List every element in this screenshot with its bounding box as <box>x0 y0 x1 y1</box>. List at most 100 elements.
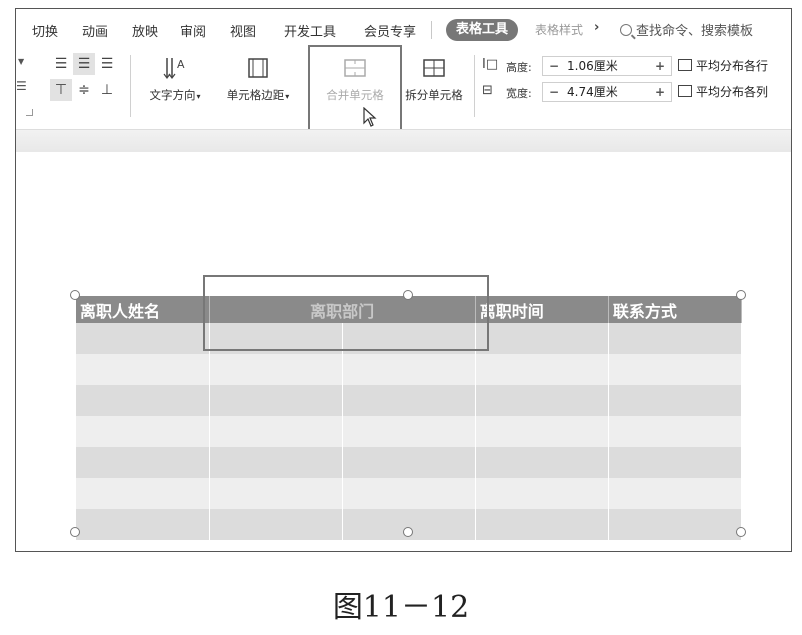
table-cell[interactable] <box>342 354 476 385</box>
app-window: 切换 动画 放映 审阅 视图 开发工具 会员专享 表格工具 表格样式 › 查找命… <box>15 8 792 552</box>
ribbon-toolbar: ▼ ☰ ☰ ☰ ☰ ⊤ ≑ ⊥ A 文字方向▾ 单元格边距▾ 合并单元格 拆分单… <box>16 45 791 133</box>
table-cell[interactable] <box>608 509 743 540</box>
tab-table-tools[interactable]: 表格工具 <box>446 19 519 41</box>
height-label: 高度: <box>506 61 532 74</box>
merge-highlight-box <box>308 45 402 133</box>
column-width-icon: ⊟ <box>482 83 493 98</box>
text-direction-icon: A <box>163 58 185 79</box>
tab-developer[interactable]: 开发工具 <box>284 21 336 40</box>
row-height-icon: I□ <box>482 57 499 72</box>
header-contact[interactable]: 联系方式 <box>608 296 743 323</box>
width-stepper[interactable]: − 4.74厘米 + <box>542 82 672 102</box>
split-cells-icon <box>423 59 445 77</box>
table-cell[interactable] <box>76 509 210 540</box>
align-right-icon[interactable]: ☰ <box>96 53 118 75</box>
search-box[interactable]: 查找命令、搜索模板 <box>620 20 753 39</box>
tab-transition[interactable]: 切换 <box>32 21 58 40</box>
split-cells-label: 拆分单元格 <box>405 88 463 102</box>
table-cell[interactable] <box>608 385 743 416</box>
table-cell[interactable] <box>475 416 609 447</box>
table-cell[interactable] <box>76 416 210 447</box>
ruler-strip <box>16 129 791 152</box>
table-cell[interactable] <box>475 447 609 478</box>
table-cell[interactable] <box>608 447 743 478</box>
increase-height-button[interactable]: + <box>655 57 665 75</box>
tab-table-style[interactable]: 表格样式 <box>535 21 583 38</box>
table-cell[interactable] <box>209 509 343 540</box>
chevron-right-icon[interactable]: › <box>594 20 599 35</box>
align-center-icon[interactable]: ☰ <box>73 53 95 75</box>
height-stepper[interactable]: − 1.06厘米 + <box>542 56 672 76</box>
align-edge-icon[interactable]: ☰ <box>16 79 27 93</box>
tab-member[interactable]: 会员专享 <box>364 21 416 40</box>
table-cell[interactable] <box>475 323 609 354</box>
resize-handle[interactable] <box>70 527 80 537</box>
table-cell[interactable] <box>76 385 210 416</box>
table-cell[interactable] <box>209 447 343 478</box>
split-cells-button[interactable]: 拆分单元格 <box>398 55 470 103</box>
table-cell[interactable] <box>475 385 609 416</box>
tab-slideshow[interactable]: 放映 <box>132 21 158 40</box>
cell-margin-icon <box>248 58 268 78</box>
header-time[interactable]: 离职时间 <box>475 296 609 323</box>
cell-margin-label: 单元格边距 <box>226 88 285 102</box>
table-cell[interactable] <box>209 416 343 447</box>
decrease-width-button[interactable]: − <box>549 83 559 101</box>
distribute-cols-icon <box>678 85 692 97</box>
header-name[interactable]: 离职人姓名 <box>76 296 210 323</box>
table-cell[interactable] <box>76 323 210 354</box>
mouse-cursor-icon <box>363 107 377 127</box>
table-cell[interactable] <box>342 478 476 509</box>
align-middle-icon[interactable]: ≑ <box>73 79 95 101</box>
decrease-height-button[interactable]: − <box>549 57 559 75</box>
table-cell[interactable] <box>608 478 743 509</box>
distribute-rows-label: 平均分布各行 <box>696 59 769 73</box>
table-cell[interactable] <box>475 478 609 509</box>
table-cell[interactable] <box>76 354 210 385</box>
group-launcher-icon[interactable] <box>26 109 33 116</box>
table-cell[interactable] <box>76 447 210 478</box>
table-row <box>76 385 743 416</box>
distribute-cols-button[interactable]: 平均分布各列 <box>678 83 768 100</box>
dropdown-arrow-icon[interactable]: ▼ <box>18 57 24 66</box>
table-cell[interactable] <box>608 416 743 447</box>
table-cell[interactable] <box>342 416 476 447</box>
table-cell[interactable] <box>342 447 476 478</box>
increase-width-button[interactable]: + <box>655 83 665 101</box>
table-cell[interactable] <box>475 509 609 540</box>
ribbon-tab-bar: 切换 动画 放映 审阅 视图 开发工具 会员专享 表格工具 表格样式 › 查找命… <box>16 9 791 49</box>
height-value[interactable]: 1.06厘米 <box>567 57 618 75</box>
align-bottom-icon[interactable]: ⊥ <box>96 79 118 101</box>
tab-animation[interactable]: 动画 <box>82 21 108 40</box>
table-cell[interactable] <box>209 354 343 385</box>
svg-text:A: A <box>177 58 185 71</box>
table-cell[interactable] <box>209 478 343 509</box>
align-left-icon[interactable]: ☰ <box>50 53 72 75</box>
width-label: 宽度: <box>506 87 532 100</box>
resize-handle[interactable] <box>403 527 413 537</box>
resize-handle[interactable] <box>70 290 80 300</box>
table-cell[interactable] <box>608 323 743 354</box>
table-row <box>76 416 743 447</box>
text-direction-label: 文字方向 <box>149 88 196 102</box>
tab-review[interactable]: 审阅 <box>180 21 206 40</box>
ribbon-divider <box>130 55 131 117</box>
resize-handle[interactable] <box>736 290 746 300</box>
table-cell[interactable] <box>209 385 343 416</box>
table-cell[interactable] <box>475 354 609 385</box>
table-row <box>76 354 743 385</box>
distribute-rows-button[interactable]: 平均分布各行 <box>678 57 768 74</box>
resize-handle[interactable] <box>736 527 746 537</box>
ribbon-divider <box>474 55 475 117</box>
table-cell[interactable] <box>608 354 743 385</box>
tab-view[interactable]: 视图 <box>230 21 256 40</box>
table-cell[interactable] <box>342 385 476 416</box>
cell-margin-button[interactable]: 单元格边距▾ <box>218 55 298 103</box>
resize-handle[interactable] <box>403 290 413 300</box>
table-row <box>76 447 743 478</box>
table-cell[interactable] <box>76 478 210 509</box>
width-value[interactable]: 4.74厘米 <box>567 83 618 101</box>
text-direction-button[interactable]: A 文字方向▾ <box>142 55 208 103</box>
search-icon <box>620 24 632 36</box>
align-top-icon[interactable]: ⊤ <box>50 79 72 101</box>
